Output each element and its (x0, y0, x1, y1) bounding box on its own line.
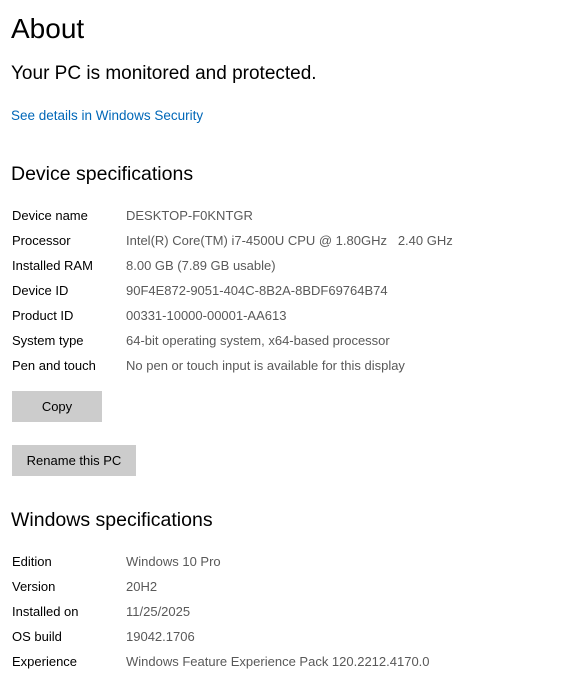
spec-row-edition: Edition Windows 10 Pro (12, 549, 572, 574)
spec-row-pen-and-touch: Pen and touch No pen or touch input is a… (12, 353, 572, 378)
spec-value: 11/25/2025 (126, 604, 191, 619)
copy-button[interactable]: Copy (12, 391, 102, 422)
spec-row-version: Version 20H2 (12, 574, 572, 599)
spec-value: Intel(R) Core(TM) i7-4500U CPU @ 1.80GHz… (126, 233, 453, 248)
windows-security-link[interactable]: See details in Windows Security (11, 107, 203, 125)
spec-value: DESKTOP-F0KNTGR (126, 208, 253, 223)
spec-row-device-id: Device ID 90F4E872-9051-404C-8B2A-8BDF69… (12, 278, 572, 303)
spec-row-installed-ram: Installed RAM 8.00 GB (7.89 GB usable) (12, 253, 572, 278)
page-title: About (11, 13, 85, 44)
spec-value: 64-bit operating system, x64-based proce… (126, 333, 390, 348)
spec-label: Installed on (12, 604, 79, 619)
spec-row-device-name: Device name DESKTOP-F0KNTGR (12, 203, 572, 228)
spec-row-experience: Experience Windows Feature Experience Pa… (12, 649, 572, 674)
spec-label: Device ID (12, 283, 69, 298)
spec-value: Windows Feature Experience Pack 120.2212… (126, 654, 430, 669)
spec-label: Pen and touch (12, 358, 96, 373)
spec-label: Product ID (12, 308, 74, 323)
spec-value: No pen or touch input is available for t… (126, 358, 405, 373)
rename-pc-button[interactable]: Rename this PC (12, 445, 136, 476)
spec-value: 00331-10000-00001-AA613 (126, 308, 287, 323)
spec-value: 20H2 (126, 579, 158, 594)
spec-row-system-type: System type 64-bit operating system, x64… (12, 328, 572, 353)
spec-row-product-id: Product ID 00331-10000-00001-AA613 (12, 303, 572, 328)
windows-specifications-list: Edition Windows 10 Pro Version 20H2 Inst… (12, 549, 572, 674)
spec-label: Edition (12, 554, 52, 569)
spec-row-installed-on: Installed on 11/25/2025 (12, 599, 572, 624)
spec-value: Windows 10 Pro (126, 554, 221, 569)
device-specifications-list: Device name DESKTOP-F0KNTGR Processor In… (12, 203, 572, 378)
device-specifications-heading: Device specifications (11, 163, 194, 185)
spec-label: Processor (12, 233, 71, 248)
spec-label: System type (12, 333, 84, 348)
spec-label: OS build (12, 629, 62, 644)
spec-label: Device name (12, 208, 88, 223)
about-page: About Your PC is monitored and protected… (0, 0, 579, 678)
windows-specifications-heading: Windows specifications (11, 509, 213, 531)
spec-value: 19042.1706 (126, 629, 195, 644)
security-status-text: Your PC is monitored and protected. (11, 63, 317, 84)
spec-row-processor: Processor Intel(R) Core(TM) i7-4500U CPU… (12, 228, 572, 253)
spec-label: Experience (12, 654, 78, 669)
spec-value: 8.00 GB (7.89 GB usable) (126, 258, 276, 273)
spec-label: Installed RAM (12, 258, 93, 273)
spec-label: Version (12, 579, 56, 594)
spec-row-os-build: OS build 19042.1706 (12, 624, 572, 649)
spec-value: 90F4E872-9051-404C-8B2A-8BDF69764B74 (126, 283, 388, 298)
